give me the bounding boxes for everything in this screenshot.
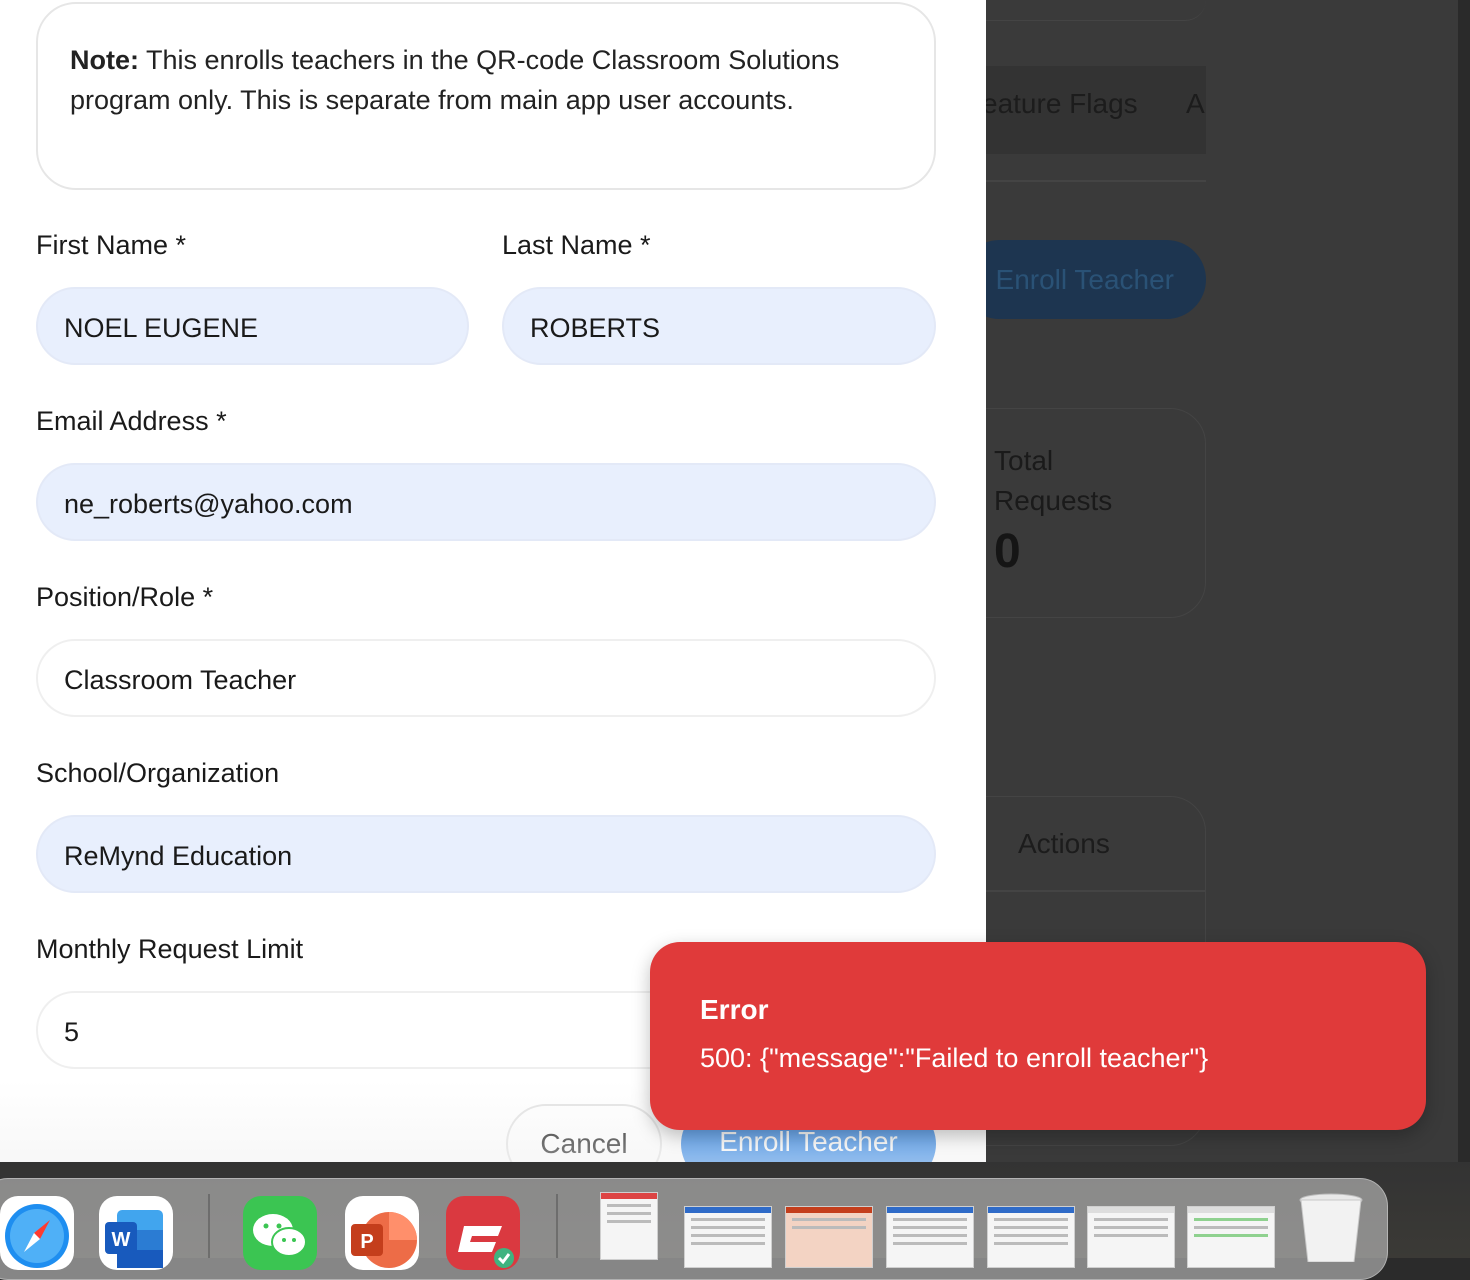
school-label: School/Organization	[36, 758, 280, 788]
window-thumbnail[interactable]	[1187, 1206, 1275, 1268]
first-name-input[interactable]: NOEL EUGENE	[36, 287, 469, 365]
svg-text:W: W	[112, 1229, 131, 1251]
powerpoint-icon[interactable]: P	[345, 1196, 419, 1270]
last-name-input[interactable]: ROBERTS	[502, 287, 936, 365]
wechat-icon[interactable]	[243, 1196, 317, 1270]
table-header-divider	[986, 890, 1206, 892]
position-select[interactable]: Classroom Teacher	[36, 639, 936, 717]
background-enroll-teacher-button: Enroll Teacher	[960, 240, 1206, 319]
table-header-actions: Actions	[1018, 828, 1110, 859]
window-thumbnail[interactable]	[600, 1192, 658, 1260]
toast-message: 500: {"message":"Failed to enroll teache…	[700, 1043, 1209, 1073]
dock-separator	[556, 1194, 558, 1258]
position-label: Position/Role *	[36, 582, 214, 612]
dock-separator	[208, 1194, 210, 1258]
monthly-limit-label: Monthly Request Limit	[36, 934, 304, 964]
total-requests-label: Total Requests	[994, 445, 1113, 516]
cancel-button[interactable]: Cancel	[506, 1104, 662, 1162]
safari-icon[interactable]	[0, 1196, 74, 1270]
word-icon[interactable]: W	[99, 1196, 173, 1270]
window-thumbnail[interactable]	[1087, 1206, 1175, 1268]
window-thumbnail[interactable]	[987, 1206, 1075, 1268]
note-prefix: Note:	[70, 45, 139, 75]
error-toast[interactable]: Error 500: {"message":"Failed to enroll …	[650, 942, 1426, 1130]
program-note: Note: This enrolls teachers in the QR-co…	[36, 2, 936, 190]
window-thumbnail[interactable]	[886, 1206, 974, 1268]
background-top-card	[986, 0, 1206, 21]
email-input[interactable]: ne_roberts@yahoo.com	[36, 463, 936, 541]
window-edge	[1458, 0, 1470, 1172]
school-input[interactable]: ReMynd Education	[36, 815, 936, 893]
svg-text:P: P	[360, 1231, 373, 1253]
trash-icon[interactable]	[1296, 1192, 1366, 1262]
note-text: This enrolls teachers in the QR-code Cla…	[70, 45, 840, 115]
background-tab-bar: eature Flags A	[982, 66, 1206, 154]
email-label: Email Address *	[36, 406, 227, 436]
first-name-label: First Name *	[36, 230, 187, 260]
expressvpn-icon[interactable]	[446, 1196, 520, 1270]
last-name-label: Last Name *	[502, 230, 651, 260]
tab-divider	[986, 180, 1206, 182]
window-thumbnail[interactable]	[785, 1206, 873, 1268]
toast-title: Error	[700, 994, 769, 1025]
tab-partial: A	[1186, 88, 1205, 119]
window-thumbnail[interactable]	[684, 1206, 772, 1268]
total-requests-value: 0	[994, 525, 1021, 578]
tab-feature-flags: eature Flags	[982, 88, 1138, 119]
